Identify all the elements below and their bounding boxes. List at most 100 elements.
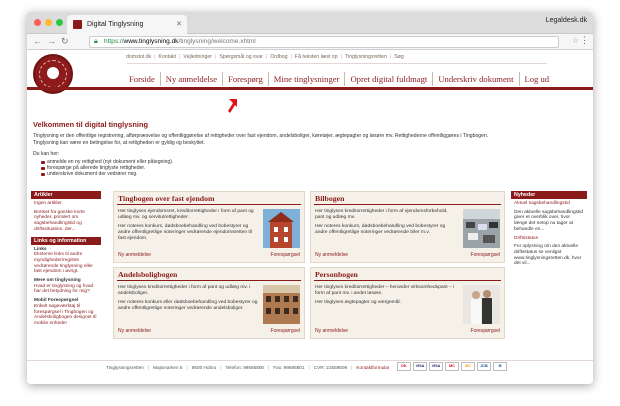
status-text: For oplysning om den aktuelle driftsstat… bbox=[514, 244, 582, 267]
new-registration-link[interactable]: Ny anmeldelse bbox=[315, 252, 348, 258]
separator: | bbox=[214, 54, 217, 60]
minimize-window-button[interactable] bbox=[45, 19, 52, 26]
separator: | bbox=[154, 54, 156, 60]
back-arrow-icon[interactable]: ← bbox=[33, 36, 42, 46]
news-header: Nyheder bbox=[511, 191, 587, 199]
tab-bar: Digital Tinglysning ✕ Legaldesk.dk bbox=[27, 12, 593, 34]
payment-card-icon: JCB bbox=[477, 362, 491, 371]
separator: | bbox=[268, 365, 270, 370]
url-scheme: https:// bbox=[104, 38, 124, 45]
footer: Tinglysningsretten | Majsmarken 5 | 9500 Hob… bbox=[27, 360, 593, 374]
top-link[interactable]: Vejledninger bbox=[183, 54, 212, 60]
nav-item[interactable]: Mine tinglysninger bbox=[267, 72, 345, 86]
tab-title: Digital Tinglysning bbox=[87, 21, 144, 28]
box-andelsboligbogen: Andelsboligbogen Her tinglyses kreditorr… bbox=[113, 267, 305, 339]
box-title[interactable]: Andelsboligbogen bbox=[114, 268, 304, 279]
nav-item[interactable]: Forside bbox=[124, 72, 160, 86]
articles-none[interactable]: Ingen artikler. bbox=[34, 201, 98, 207]
nav-item[interactable]: Log ud bbox=[518, 72, 555, 86]
separator: | bbox=[389, 54, 392, 60]
top-link[interactable]: Ordbog bbox=[270, 54, 287, 60]
forward-arrow-icon[interactable]: → bbox=[47, 36, 56, 46]
articles-text[interactable]: Bortset fra ganske korte nyheder, primær… bbox=[34, 210, 98, 233]
payment-card-icon: DK bbox=[397, 362, 411, 371]
new-registration-link[interactable]: Ny anmeldelse bbox=[118, 328, 151, 334]
inquiry-link[interactable]: Forespørgsel bbox=[471, 328, 500, 334]
welcome-cando: Du kan her: bbox=[33, 151, 60, 157]
news-text: Den aktuelle sagsbehandlingstid giver et… bbox=[514, 209, 584, 232]
separator: | bbox=[179, 54, 181, 60]
bookmark-star-icon[interactable]: ☆ bbox=[572, 36, 579, 45]
reload-icon[interactable]: ↻ bbox=[61, 36, 69, 47]
right-sidebar: Nyheder Aktuel sagsbehandlingstid Den ak… bbox=[511, 191, 587, 269]
profile-name[interactable]: Legaldesk.dk bbox=[546, 17, 587, 24]
top-link[interactable]: Kontakt bbox=[158, 54, 176, 60]
top-links: domstol.dk | Kontakt | Vejledninger | Spørgsmå… bbox=[126, 54, 407, 60]
separator: | bbox=[308, 365, 310, 370]
browser-menu-icon[interactable]: ⋮ bbox=[580, 35, 589, 46]
nav-item[interactable]: Opret digital fuldmagt bbox=[344, 72, 432, 86]
couple-photo-icon bbox=[463, 285, 500, 324]
address-bar[interactable]: 🔒︎ https://www.tinglysning.dk/tinglysnin… bbox=[89, 36, 559, 48]
left-sidebar: Artikler Ingen artikler. Bortset fra gan… bbox=[31, 191, 101, 331]
separator: | bbox=[351, 365, 353, 370]
divider bbox=[127, 63, 547, 64]
more-text[interactable]: Hvad er tinglysning og hvad har det bety… bbox=[34, 284, 98, 295]
mobile-text[interactable]: Enkelt søgeværktøj til forespørgsel i Ti… bbox=[34, 304, 98, 327]
top-link[interactable]: domstol.dk bbox=[126, 54, 151, 60]
welcome-bullets: anmelde en ny rettighed (nyt dokument el… bbox=[41, 159, 173, 178]
divider bbox=[117, 204, 301, 205]
web-page: domstol.dk | Kontakt | Vejledninger | Spørgsmå… bbox=[27, 51, 593, 384]
news-link[interactable]: Aktuel sagsbehandlingstid bbox=[514, 201, 584, 207]
box-text-1: Her tinglyses kreditorrettigheder i form… bbox=[118, 285, 251, 296]
footer-item: Telefon: 99685800 bbox=[225, 365, 265, 370]
separator: | bbox=[290, 54, 292, 60]
box-text: Her tinglyses kreditorrettigheder i form… bbox=[118, 285, 261, 312]
favicon-icon bbox=[73, 20, 82, 29]
box-personbogen: Personbogen Her tinglyses kreditorrettig… bbox=[310, 267, 505, 339]
browser-tab[interactable]: Digital Tinglysning ✕ bbox=[67, 15, 187, 34]
footer-item: 9500 Hobro bbox=[191, 365, 217, 370]
main-navigation: Forside Ny anmeldelse Forespørg Mine tingly… bbox=[124, 72, 554, 86]
box-title[interactable]: Personbogen bbox=[311, 268, 504, 279]
box-title[interactable]: Tingbogen over fast ejendom bbox=[114, 192, 304, 203]
top-link[interactable]: Få teksten læst op bbox=[295, 54, 338, 60]
new-registration-link[interactable]: Ny anmeldelse bbox=[315, 328, 348, 334]
status-title[interactable]: Driftsstatus bbox=[514, 236, 584, 242]
inquiry-link[interactable]: Forespørgsel bbox=[271, 252, 300, 258]
separator: | bbox=[265, 54, 268, 60]
lock-icon: 🔒︎ bbox=[94, 38, 98, 45]
links-body: Links Eksterne links til andre myndighed… bbox=[31, 245, 101, 331]
box-title[interactable]: Bilbogen bbox=[311, 192, 504, 203]
divider bbox=[314, 204, 501, 205]
divider bbox=[117, 280, 301, 281]
welcome-intro: Tinglysning er den offentlige registreri… bbox=[33, 133, 489, 146]
articles-header: Artikler bbox=[31, 191, 101, 199]
box-bilbogen: Bilbogen Her tinglyses kreditorrettighed… bbox=[310, 191, 505, 263]
url-host: www.tinglysning.dk bbox=[123, 38, 179, 45]
payment-card-icon: MC bbox=[461, 362, 475, 371]
box-tingbogen: Tingbogen over fast ejendom Her tinglyse… bbox=[113, 191, 305, 263]
nav-item[interactable]: Underskriv dokument bbox=[432, 72, 518, 86]
contact-form-link[interactable]: Kontaktformular bbox=[356, 365, 389, 370]
articles-body: Ingen artikler. Bortset fra ganske korte… bbox=[31, 199, 101, 237]
red-arrow-annotation-icon bbox=[228, 99, 237, 113]
top-link[interactable]: Spørgsmål og svar bbox=[219, 54, 263, 60]
nav-item[interactable]: Ny anmeldelse bbox=[159, 72, 222, 86]
close-window-button[interactable] bbox=[34, 19, 41, 26]
separator: | bbox=[186, 365, 188, 370]
nav-item[interactable]: Forespørg bbox=[222, 72, 268, 86]
footer-info: Tinglysningsretten | Majsmarken 5 | 9500 Hob… bbox=[106, 365, 393, 370]
house-photo-icon bbox=[263, 209, 300, 248]
maximize-window-button[interactable] bbox=[56, 19, 63, 26]
new-registration-link[interactable]: Ny anmeldelse bbox=[118, 252, 151, 258]
payment-cards: DK VISA VISA MC MC JCB ⊕ bbox=[397, 362, 507, 371]
links-header: Links og information bbox=[31, 236, 101, 245]
close-tab-icon[interactable]: ✕ bbox=[176, 15, 182, 34]
inquiry-link[interactable]: Forespørgsel bbox=[471, 252, 500, 258]
top-link[interactable]: Tinglysningsretten bbox=[345, 54, 387, 60]
more-title: Mere om tinglysning bbox=[34, 278, 81, 284]
links-text[interactable]: Eksterne links til andre myndigheder/reg… bbox=[34, 252, 98, 275]
inquiry-link[interactable]: Forespørgsel bbox=[271, 328, 300, 334]
top-link[interactable]: Søg bbox=[394, 54, 404, 60]
